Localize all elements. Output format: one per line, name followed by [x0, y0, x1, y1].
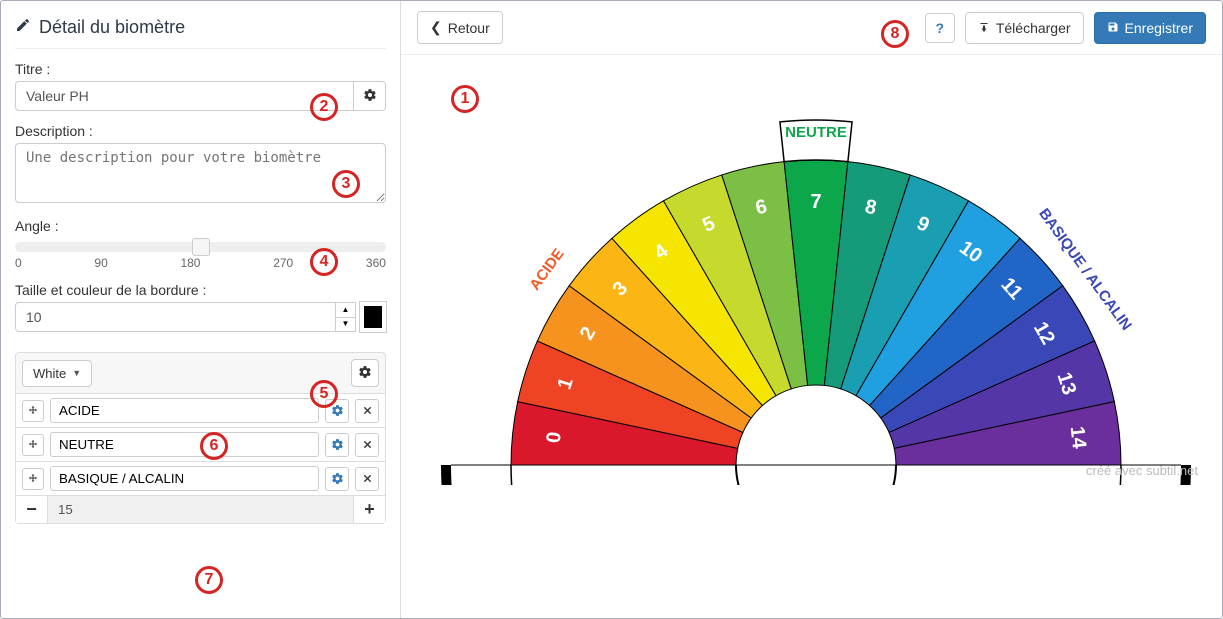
svg-text:NEUTRE: NEUTRE	[785, 124, 847, 141]
help-button[interactable]: ?	[925, 13, 955, 43]
title-settings-button[interactable]	[354, 81, 386, 111]
segment-count-input[interactable]	[48, 496, 353, 523]
zone-name-input[interactable]	[50, 398, 319, 423]
caret-icon: ▼	[72, 368, 81, 378]
toolbar: ❮ Retour ? Télécharger Enregistrer	[401, 1, 1222, 55]
zone-row	[16, 461, 385, 495]
sidebar: Détail du biomètre Titre : 2 Description…	[1, 1, 401, 618]
background-settings-button[interactable]	[351, 359, 379, 387]
svg-text:0: 0	[543, 431, 566, 444]
title-input[interactable]	[15, 81, 354, 111]
zone-delete-button[interactable]	[355, 399, 379, 423]
gear-icon	[363, 88, 377, 105]
svg-text:ACIDE: ACIDE	[526, 246, 567, 294]
angle-thumb[interactable]	[192, 238, 210, 256]
drag-handle[interactable]	[22, 468, 44, 490]
panel-title-text: Détail du biomètre	[39, 17, 185, 38]
description-label: Description :	[15, 123, 386, 139]
biometer-chart: 01234567891011121314ACIDENEUTREBASIQUE /…	[431, 65, 1201, 485]
panel-heading: Détail du biomètre	[15, 11, 386, 49]
drag-handle[interactable]	[22, 434, 44, 456]
back-button[interactable]: ❮ Retour	[417, 11, 503, 44]
zone-settings-button[interactable]	[325, 433, 349, 457]
drag-handle[interactable]	[22, 400, 44, 422]
angle-ticks: 0 90 180 270 360	[15, 256, 386, 270]
border-label: Taille et couleur de la bordure :	[15, 282, 386, 298]
border-color-swatch[interactable]	[360, 302, 386, 332]
border-size-up[interactable]: ▲	[336, 303, 355, 318]
segment-increment[interactable]: +	[353, 496, 385, 523]
border-size-down[interactable]: ▼	[336, 318, 355, 332]
svg-text:7: 7	[810, 191, 821, 213]
main: ❮ Retour ? Télécharger Enregistrer 8	[401, 1, 1222, 618]
gear-icon	[358, 365, 372, 382]
zone-row	[16, 394, 385, 427]
zone-row	[16, 427, 385, 461]
zone-delete-button[interactable]	[355, 433, 379, 457]
download-button[interactable]: Télécharger	[965, 12, 1084, 44]
save-icon	[1107, 20, 1119, 36]
background-select[interactable]: White ▼	[22, 360, 92, 387]
edit-icon	[15, 17, 31, 38]
chevron-left-icon: ❮	[430, 19, 442, 36]
canvas: 1 01234567891011121314ACIDENEUTREBASIQUE…	[401, 55, 1222, 618]
zone-settings-button[interactable]	[325, 399, 349, 423]
download-icon	[978, 20, 990, 36]
callout-7: 7	[195, 566, 223, 594]
zone-list	[15, 394, 386, 496]
svg-text:14: 14	[1066, 425, 1090, 450]
zone-settings-button[interactable]	[325, 467, 349, 491]
angle-label: Angle :	[15, 218, 386, 234]
zone-name-input[interactable]	[50, 466, 319, 491]
border-size-input[interactable]	[15, 302, 336, 332]
description-input[interactable]	[15, 143, 386, 203]
title-label: Titre :	[15, 61, 386, 77]
save-button[interactable]: Enregistrer	[1094, 12, 1206, 44]
credit-text: créé avec subtil.net	[1086, 463, 1198, 478]
segment-decrement[interactable]: −	[16, 496, 48, 523]
help-icon: ?	[936, 20, 945, 36]
zone-name-input[interactable]	[50, 432, 319, 457]
angle-slider[interactable]	[15, 242, 386, 252]
zone-delete-button[interactable]	[355, 467, 379, 491]
